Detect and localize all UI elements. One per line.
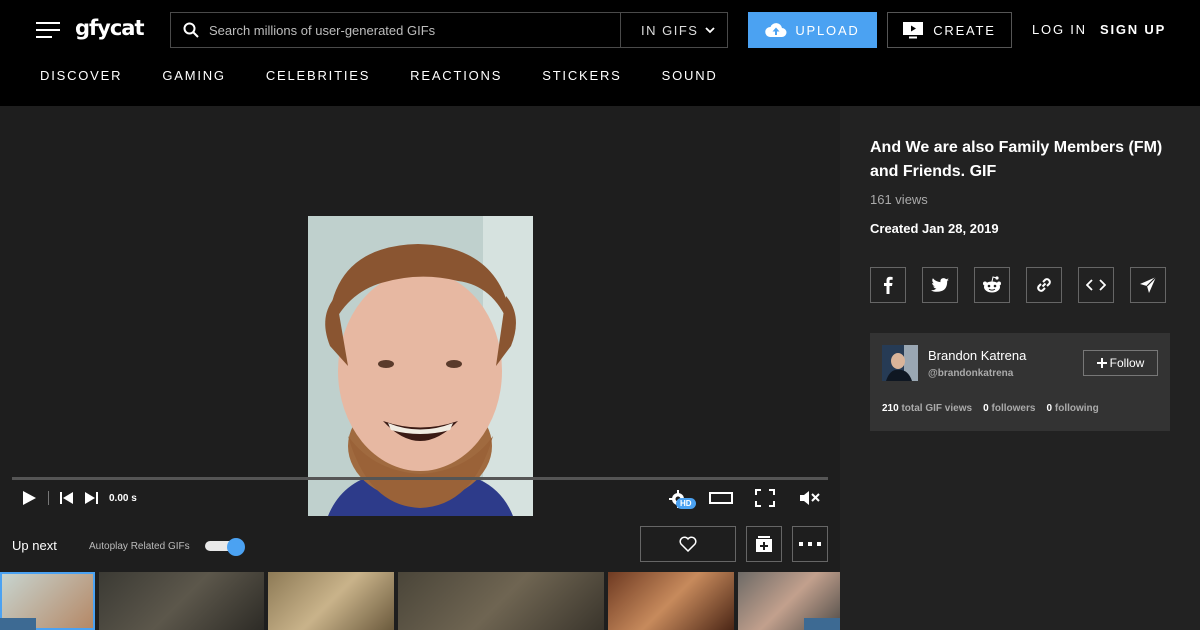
- create-video-icon: [903, 21, 924, 38]
- nav-item-gaming[interactable]: GAMING: [162, 68, 226, 83]
- followers-label: followers: [991, 403, 1036, 414]
- search-scope-label: IN GIFS: [641, 22, 699, 38]
- gif-frame-image: [308, 216, 533, 516]
- create-button[interactable]: CREATE: [887, 12, 1012, 48]
- more-options-button[interactable]: [792, 526, 828, 562]
- mute-icon[interactable]: [800, 490, 820, 506]
- control-divider: [48, 491, 49, 505]
- cloud-upload-icon: [765, 23, 787, 37]
- gif-video[interactable]: [308, 216, 533, 516]
- gfycat-logo[interactable]: gfycat: [75, 16, 145, 40]
- autoplay-label: Autoplay Related GIFs: [89, 541, 190, 552]
- autoplay-toggle[interactable]: [205, 538, 245, 556]
- creator-stats: 210 total GIF views 0 followers 0 follow…: [882, 403, 1099, 414]
- send-share-button[interactable]: [1130, 267, 1166, 303]
- total-views-label: total GIF views: [901, 403, 973, 414]
- like-button[interactable]: [640, 526, 736, 562]
- view-count: 161 views: [870, 192, 928, 207]
- nav-item-celebrities[interactable]: CELEBRITIES: [266, 68, 370, 83]
- facebook-icon: [884, 276, 893, 294]
- facebook-share-button[interactable]: [870, 267, 906, 303]
- reddit-share-button[interactable]: [974, 267, 1010, 303]
- heart-icon: [679, 536, 697, 552]
- link-icon: [1037, 278, 1051, 292]
- follow-button[interactable]: Follow: [1083, 350, 1158, 376]
- collection-add-icon: [756, 536, 772, 552]
- follow-label: Follow: [1109, 356, 1145, 370]
- related-gif-thumbnail[interactable]: [608, 572, 734, 630]
- search-icon: [183, 22, 199, 38]
- following-label: following: [1054, 403, 1099, 414]
- send-icon: [1140, 276, 1157, 293]
- copy-link-button[interactable]: [1026, 267, 1062, 303]
- nav-item-stickers[interactable]: STICKERS: [542, 68, 621, 83]
- related-gif-thumbnail[interactable]: [99, 572, 264, 630]
- category-nav: DISCOVER GAMING CELEBRITIES REACTIONS ST…: [40, 68, 758, 83]
- embed-button[interactable]: [1078, 267, 1114, 303]
- scroll-right-arrow[interactable]: [804, 618, 840, 630]
- reddit-icon: [983, 276, 1001, 293]
- nav-item-discover[interactable]: DISCOVER: [40, 68, 122, 83]
- creator-name[interactable]: Brandon Katrena: [928, 348, 1026, 363]
- nav-item-reactions[interactable]: REACTIONS: [410, 68, 502, 83]
- top-header: gfycat IN GIFS UPLOAD CREATE LOG IN SIGN…: [0, 0, 1200, 106]
- progress-bar[interactable]: [12, 477, 828, 480]
- fullscreen-icon[interactable]: [755, 489, 775, 507]
- avatar[interactable]: [882, 345, 918, 381]
- scroll-left-arrow[interactable]: [0, 618, 36, 630]
- twitter-share-button[interactable]: [922, 267, 958, 303]
- upload-button[interactable]: UPLOAD: [748, 12, 877, 48]
- created-date: Created Jan 28, 2019: [870, 221, 999, 236]
- next-frame-icon[interactable]: [84, 492, 98, 504]
- gif-info-panel: And We are also Family Members (FM) and …: [840, 106, 1200, 630]
- twitter-icon: [931, 277, 949, 292]
- create-label: CREATE: [933, 22, 996, 38]
- creator-handle[interactable]: @brandonkatrena: [928, 368, 1013, 379]
- previous-frame-icon[interactable]: [60, 492, 74, 504]
- gif-player: 0.00 s HD: [0, 106, 840, 516]
- related-gif-thumbnail[interactable]: [398, 572, 604, 630]
- followers-count: 0: [983, 403, 989, 414]
- gif-title: And We are also Family Members (FM) and …: [870, 139, 1163, 180]
- related-gif-thumbnail[interactable]: [268, 572, 394, 630]
- total-views-count: 210: [882, 403, 899, 414]
- related-gifs-strip: [0, 572, 840, 630]
- play-icon[interactable]: [21, 490, 37, 506]
- upload-label: UPLOAD: [795, 22, 860, 38]
- nav-item-sound[interactable]: SOUND: [662, 68, 718, 83]
- embed-code-icon: [1086, 279, 1106, 291]
- search-bar: IN GIFS: [170, 12, 728, 48]
- playback-time: 0.00 s: [109, 493, 137, 504]
- following-count: 0: [1046, 403, 1053, 414]
- menu-icon[interactable]: [36, 22, 60, 38]
- search-input[interactable]: [209, 22, 609, 38]
- signup-link[interactable]: SIGN UP: [1100, 22, 1166, 37]
- login-link[interactable]: LOG IN: [1032, 22, 1087, 37]
- chevron-down-icon: [705, 27, 715, 34]
- share-buttons: [870, 267, 1166, 303]
- theater-mode-icon[interactable]: [709, 492, 733, 504]
- search-scope-dropdown[interactable]: IN GIFS: [620, 13, 728, 47]
- creator-card: Brandon Katrena @brandonkatrena Follow 2…: [870, 333, 1170, 431]
- player-controls: 0.00 s HD: [0, 486, 840, 516]
- hd-badge: HD: [676, 498, 696, 509]
- up-next-bar: Up next Autoplay Related GIFs: [0, 516, 840, 572]
- plus-icon: [1096, 358, 1107, 368]
- add-to-collection-button[interactable]: [746, 526, 782, 562]
- up-next-label: Up next: [12, 538, 57, 553]
- more-dots-icon: [799, 542, 821, 546]
